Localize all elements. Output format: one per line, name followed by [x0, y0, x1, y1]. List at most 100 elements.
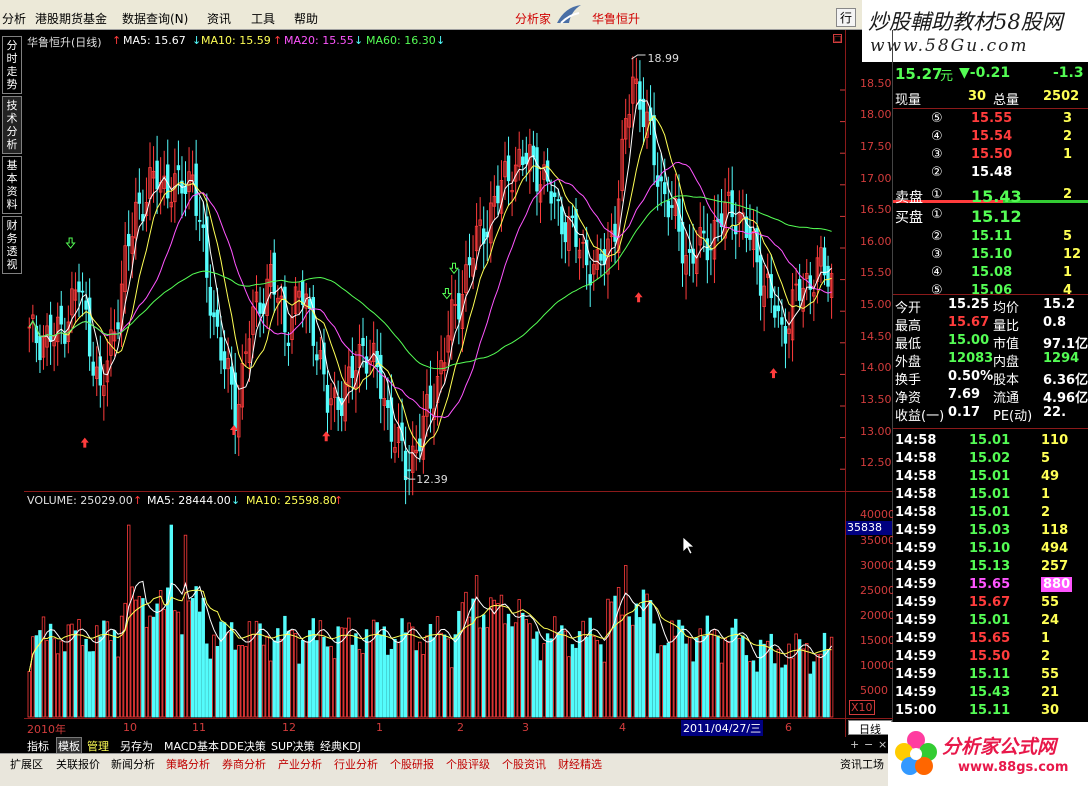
- volume-bar: [144, 626, 149, 718]
- volume-bar: [620, 614, 624, 718]
- ask-price: 15.50: [971, 147, 1013, 162]
- volume-bar: [513, 622, 518, 718]
- ask-row: ⑤ 15.55 3: [893, 110, 1088, 128]
- menu-strategy[interactable]: 策略分析: [166, 756, 210, 772]
- reset-icon[interactable]: ×: [878, 738, 887, 751]
- volume-bar: [609, 601, 614, 718]
- zoom-out-icon[interactable]: −: [864, 738, 873, 751]
- volume-bar: [212, 634, 216, 718]
- volume-bar: [531, 638, 536, 718]
- stat-value: 0.8: [1043, 315, 1067, 330]
- tab-fundamentals[interactable]: 基本资料: [2, 156, 22, 214]
- tab-manage[interactable]: 管理: [87, 738, 109, 754]
- quote-button[interactable]: 行: [836, 8, 857, 27]
- menu-sector[interactable]: 行业分析: [334, 756, 378, 772]
- tab-indicator[interactable]: 指标: [27, 738, 49, 754]
- tab-intraday[interactable]: 分时走势: [2, 36, 22, 94]
- menu-analysis[interactable]: 分析: [2, 10, 26, 27]
- menu-rating[interactable]: 个股评级: [446, 756, 490, 772]
- kline-chart[interactable]: 18.99 12.39: [25, 30, 845, 730]
- menu-industry-chain[interactable]: 产业分析: [278, 756, 322, 772]
- volume-bar: [592, 635, 596, 718]
- stat-value: 15.00: [948, 333, 990, 348]
- candle-body: [350, 355, 355, 379]
- candle-body: [386, 400, 390, 409]
- tick-row: 14:59 15.65 1: [893, 630, 1088, 648]
- candle-body: [535, 147, 539, 192]
- volume-bar: [716, 635, 720, 718]
- menu-extension[interactable]: 扩展区: [10, 756, 43, 772]
- watermark-88gs: 分析家公式网 www.88gs.com: [888, 722, 1088, 786]
- menu-help[interactable]: 帮助: [294, 10, 318, 27]
- volume-bar: [755, 671, 759, 718]
- menu-broker[interactable]: 券商分析: [222, 756, 266, 772]
- volume-bar: [460, 602, 465, 718]
- bid-price: 15.11: [971, 229, 1013, 244]
- volume-bar: [758, 639, 763, 718]
- volume-bar: [162, 609, 166, 718]
- candle-body: [506, 155, 511, 182]
- menu-related-quotes[interactable]: 关联报价: [56, 756, 100, 772]
- tab-dde[interactable]: DDE决策: [220, 738, 266, 754]
- stat-value: 0.50%: [948, 369, 994, 384]
- volume-bar: [638, 617, 642, 718]
- volume-bar: [631, 624, 635, 718]
- tab-macd[interactable]: MACD基本: [164, 738, 219, 754]
- menu-hk-futures[interactable]: 港股期货基金: [35, 10, 107, 27]
- volume-bar: [819, 653, 823, 718]
- volume-bar: [439, 632, 443, 718]
- volume-bar: [812, 661, 816, 718]
- bid-price: 15.08: [971, 265, 1013, 280]
- menu-tools[interactable]: 工具: [251, 10, 275, 27]
- menu-news[interactable]: 资讯: [207, 10, 231, 27]
- now-volume-label: 现量: [895, 93, 922, 108]
- candle-body: [467, 257, 472, 266]
- volume-bar: [45, 640, 49, 718]
- candle-body: [325, 384, 330, 413]
- tick-row: 14:59 15.03 118: [893, 522, 1088, 540]
- zoom-in-icon[interactable]: +: [850, 738, 859, 751]
- volume-bar: [87, 651, 92, 718]
- volume-bar: [166, 587, 170, 718]
- tab-save-as[interactable]: 另存为: [120, 738, 153, 754]
- flower-logo-icon: [892, 726, 940, 782]
- tick-time: 14:59: [895, 685, 937, 700]
- volume-bar: [251, 633, 255, 718]
- watermark-88gs-title: 分析家公式网: [942, 736, 1057, 758]
- candle-body: [687, 249, 692, 253]
- ask-row: ② 15.48: [893, 164, 1088, 182]
- volume-bar: [695, 637, 699, 718]
- tick-time: 14:59: [895, 541, 937, 556]
- now-volume: 30: [968, 89, 987, 104]
- candle-body: [563, 222, 568, 243]
- menu-news-analysis[interactable]: 新闻分析: [111, 756, 155, 772]
- candle-body: [556, 199, 560, 202]
- menu-data-query[interactable]: 数据查询(N): [122, 10, 188, 27]
- volume-bar: [116, 656, 120, 718]
- volume-bar: [670, 620, 674, 718]
- volume-bar: [77, 618, 81, 718]
- bid-level: ③: [931, 247, 943, 262]
- period-selector[interactable]: 日线: [848, 720, 892, 736]
- menu-finance-picks[interactable]: 财经精选: [558, 756, 602, 772]
- volume-bar: [357, 649, 362, 718]
- menu-info-workshop[interactable]: 资讯工场: [840, 756, 884, 772]
- zoom-controls: + − ×: [848, 738, 892, 753]
- tick-time: 14:58: [895, 469, 937, 484]
- menu-research[interactable]: 个股研报: [390, 756, 434, 772]
- volume-bar: [744, 655, 749, 718]
- tick-volume: 55: [1041, 595, 1060, 610]
- volume-bar: [538, 660, 543, 718]
- menu-stock-news[interactable]: 个股资讯: [502, 756, 546, 772]
- tab-technical[interactable]: 技术分析: [2, 96, 22, 154]
- tab-sup[interactable]: SUP决策: [271, 738, 315, 754]
- sell-signal-arrow-icon: [448, 262, 460, 275]
- stat-row: 换手 0.50% 股本 6.36亿: [893, 368, 1088, 388]
- volume-bar: [343, 627, 347, 718]
- volume-bar: [268, 660, 273, 718]
- stat-row: 今开 15.25 均价 15.2: [893, 296, 1088, 316]
- tab-kdj[interactable]: 经典KDJ: [320, 738, 361, 754]
- tab-financials[interactable]: 财务透视: [2, 216, 22, 274]
- candle-body: [783, 326, 788, 344]
- tick-volume: 257: [1041, 559, 1069, 574]
